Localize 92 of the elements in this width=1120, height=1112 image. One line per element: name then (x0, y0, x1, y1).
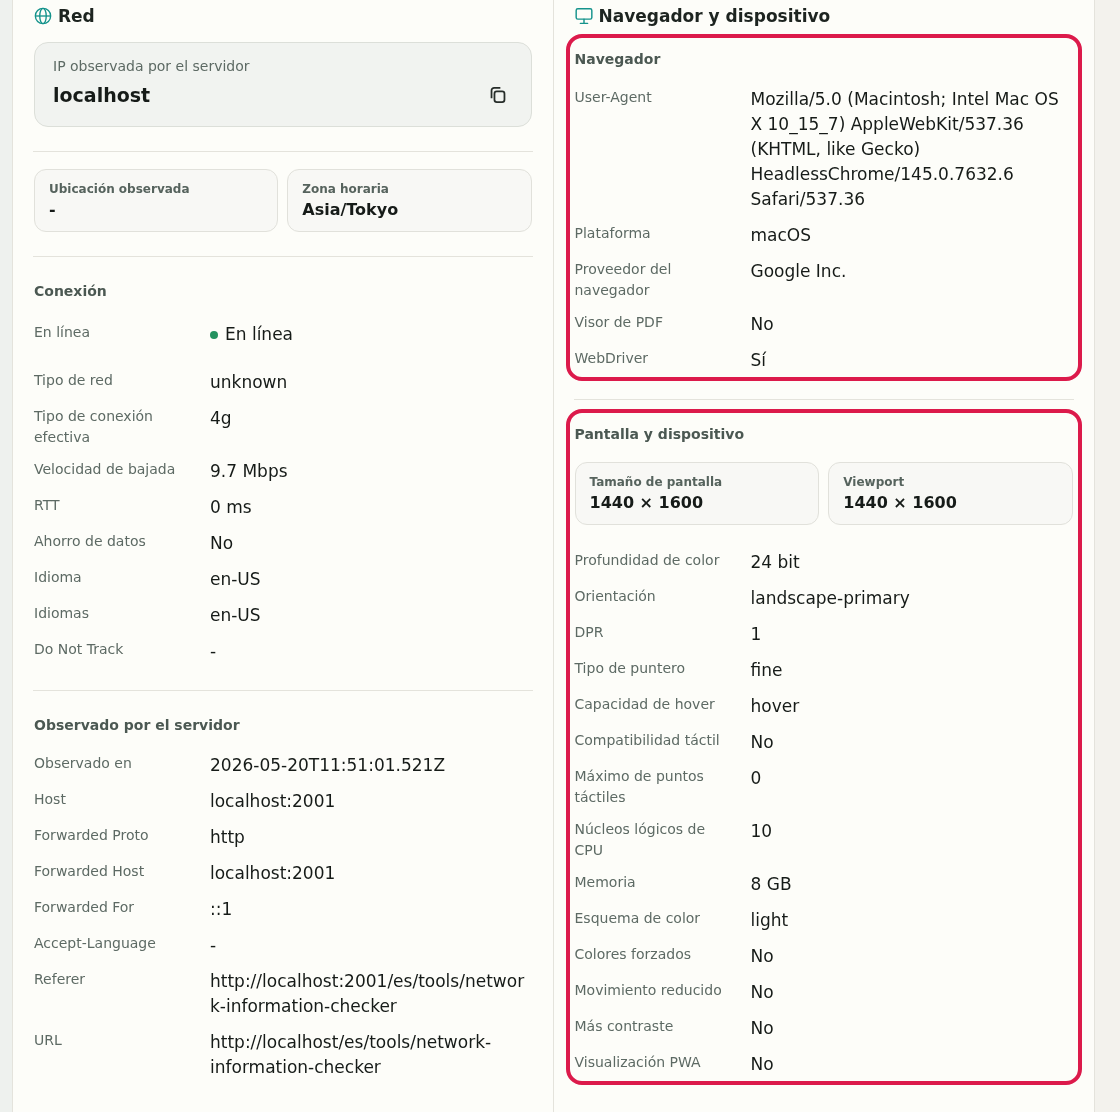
row-value: No (750, 981, 775, 1004)
tile-value: - (49, 199, 57, 220)
field-label: IP observada por el servidor (53, 57, 250, 76)
section-title: Conexión (34, 282, 108, 301)
row-label: Forwarded Host (34, 862, 146, 881)
row-value: No (210, 532, 235, 555)
row-label: Compatibilidad táctil (574, 731, 721, 750)
tile-value: 1440 × 1600 (589, 492, 705, 513)
panel-heading: Navegador y dispositivo (598, 5, 831, 28)
row-label: Más contraste (574, 1017, 675, 1036)
row-value: 2026-05-20T11:51:01.521Z (210, 754, 447, 777)
row-value: - (210, 640, 218, 663)
tile-label: Viewport (843, 474, 906, 491)
row-label: DPR (574, 623, 605, 642)
row-value: Mozilla/5.0 (Macintosh; Intel Mac OS X 10_15_7) AppleWebKit/537.36 (KHTML, like Gecko) HeadlessChrome/145.0.7632.6 Safari/537.36 (750, 88, 1060, 211)
row-label: Visualización PWA (574, 1053, 702, 1072)
section-title: Navegador (574, 50, 662, 69)
row-value: localhost:2001 (210, 862, 337, 885)
row-label: Accept-Language (34, 934, 157, 953)
row-label: En línea (34, 323, 91, 342)
tile-value: 1440 × 1600 (843, 492, 958, 513)
row-value: No (750, 1017, 775, 1040)
row-value: 1 (750, 623, 763, 646)
row-label: URL (34, 1031, 63, 1050)
copy-icon (489, 87, 506, 103)
tile-label: Ubicación observada (49, 181, 191, 198)
row-value: fine (750, 659, 784, 682)
row-label: Referer (34, 970, 87, 989)
row-value: 0 (750, 767, 763, 790)
row-value: 9.7 Mbps (210, 460, 289, 483)
row-value: en-US (210, 568, 262, 591)
row-label: Forwarded For (34, 898, 136, 917)
row-value: http://localhost:2001/es/tools/network-information-checker (210, 970, 526, 1018)
row-value: 24 bit (750, 551, 801, 574)
tile-label: Tamaño de pantalla (589, 474, 724, 491)
row-value: landscape-primary (750, 587, 911, 610)
row-label: Capacidad de hover (574, 695, 716, 714)
globe-icon (34, 7, 52, 25)
row-value: Google Inc. (750, 260, 848, 283)
row-label: Movimiento reducido (574, 981, 723, 1000)
row-label: Núcleos lógicos de CPU (574, 820, 707, 860)
section-title: Pantalla y dispositivo (574, 425, 746, 444)
monitor-icon (574, 7, 593, 25)
row-value: hover (750, 695, 801, 718)
row-label: Observado en (34, 754, 133, 773)
row-value: 0 ms (210, 496, 253, 519)
row-label: Proveedor del navegador (574, 260, 673, 300)
row-label: Tipo de red (34, 371, 114, 390)
row-label: Esquema de color (574, 909, 702, 928)
row-label: Orientación (574, 587, 657, 606)
row-label: Host (34, 790, 67, 809)
row-value: unknown (210, 371, 289, 394)
row-value: No (750, 313, 775, 336)
tile-value: Asia/Tokyo (302, 199, 400, 220)
row-label: Colores forzados (574, 945, 693, 964)
row-label: Velocidad de bajada (34, 460, 177, 479)
row-value: localhost:2001 (210, 790, 337, 813)
row-value: No (750, 1053, 775, 1076)
row-value: No (750, 945, 775, 968)
row-value: 4g (210, 407, 233, 430)
row-value: 10 (750, 820, 774, 843)
row-value: ::1 (210, 898, 234, 921)
row-value: light (750, 909, 790, 932)
row-value: En línea (225, 323, 294, 346)
section-title: Observado por el servidor (34, 716, 241, 735)
row-value: 8 GB (750, 873, 793, 896)
row-value: - (210, 934, 218, 957)
panel-heading: Red (58, 5, 95, 28)
row-value: No (750, 731, 775, 754)
row-value: macOS (750, 224, 812, 247)
row-label: Máximo de puntos táctiles (574, 767, 705, 807)
tile-label: Zona horaria (302, 181, 390, 198)
row-label: Tipo de conexión efectiva (34, 407, 154, 447)
ip-value: localhost (53, 83, 152, 108)
row-label: Memoria (574, 873, 637, 892)
row-label: Do Not Track (34, 640, 125, 659)
row-value: Sí (750, 349, 767, 372)
row-value: en-US (210, 604, 262, 627)
row-value: http://localhost/es/tools/network-information-checker (210, 1031, 493, 1079)
row-label: User-Agent (574, 88, 653, 107)
row-label: Visor de PDF (574, 313, 664, 332)
row-label: Ahorro de datos (34, 532, 147, 551)
row-label: Forwarded Proto (34, 826, 150, 845)
row-label: Plataforma (574, 224, 652, 243)
row-value: http (210, 826, 246, 849)
row-label: RTT (34, 496, 61, 515)
copy-button[interactable] (488, 86, 507, 104)
row-label: Idioma (34, 568, 83, 587)
row-label: Profundidad de color (574, 551, 721, 570)
row-label: WebDriver (574, 349, 650, 368)
row-label: Idiomas (34, 604, 90, 623)
row-label: Tipo de puntero (574, 659, 687, 678)
